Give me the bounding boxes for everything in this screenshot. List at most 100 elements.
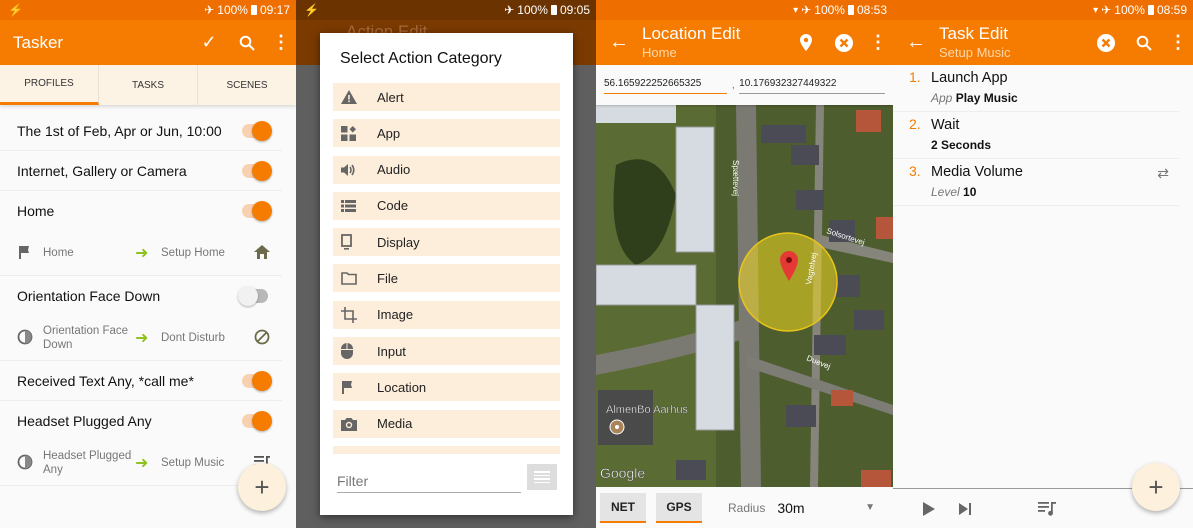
filter-list-button[interactable] [527,464,557,490]
overflow-menu-icon[interactable]: ⋮ [863,32,893,53]
profile-row[interactable]: Internet, Gallery or Camera [0,151,282,191]
tab-profiles[interactable]: PROFILES [0,65,99,105]
check-icon[interactable]: ✓ [190,32,228,53]
dropdown-arrow-icon[interactable]: ▼ [865,502,875,513]
tab-scenes[interactable]: SCENES [198,65,296,105]
task-label[interactable]: Dont Disturb [161,332,254,344]
task-label[interactable]: Setup Music [161,457,254,469]
search-icon[interactable] [1125,35,1163,51]
profile-context-row[interactable]: Orientation Face Down ➜ Dont Disturb [0,316,282,361]
context-label[interactable]: Orientation Face Down [43,324,135,352]
profile-toggle[interactable] [242,201,272,221]
category-label: Media [377,416,413,432]
location-controls: NET GPS Radius 30m ▼ [596,487,893,528]
action-name: Launch App [931,70,1008,86]
task-action-row[interactable]: 2. Wait 2 Seconds [893,112,1179,159]
context-label[interactable]: Headset Plugged Any [43,449,135,477]
map-pin-icon[interactable] [787,34,825,51]
category-label: Image [377,307,414,323]
category-display[interactable]: Display [333,228,560,257]
playlist-icon[interactable] [1035,501,1059,516]
street-label: Spættevej [731,160,740,196]
arg-value: 2 Seconds [931,138,992,152]
category-media[interactable]: Media [333,409,560,438]
longitude-input[interactable]: 10.176932327449322 [739,76,885,94]
clock: 08:59 [1156,3,1187,17]
category-audio[interactable]: Audio [333,155,560,184]
category-label: Alert [377,89,404,105]
profile-toggle[interactable] [238,286,268,306]
satellite-map[interactable]: Spættevej Solsortevej Vagtelvej Duevej A… [596,105,893,487]
crop-icon [333,306,377,323]
add-profile-button[interactable]: + [238,463,286,511]
tasker-profiles-screen: ⚡ ✈ 100% 09:17 Tasker ✓ ⋮ PROFILES TASKS… [0,0,296,528]
cancel-icon[interactable] [825,33,863,52]
flag-icon [17,245,43,262]
category-image[interactable]: Image [333,300,560,329]
screen-title: Task Edit [939,23,1008,43]
select-action-category-dialog: Select Action Category Alert App Audio C… [320,33,573,515]
latitude-input[interactable]: 56.165922252665325 [604,76,728,94]
category-app[interactable]: App [333,119,560,148]
state-icon [17,329,43,348]
cancel-icon[interactable] [1087,33,1125,52]
task-action-row[interactable]: 1. Launch App App Play Music [893,65,1179,112]
screen-subtitle: Home [642,44,677,60]
code-icon [333,199,377,212]
play-icon[interactable] [917,501,941,516]
profile-toggle[interactable] [242,370,272,391]
back-arrow-icon[interactable]: ← [893,31,939,54]
app-title: Tasker [13,32,64,52]
profile-row[interactable]: Home [0,191,282,231]
task-action-row[interactable]: 3. Media Volume ⇄ Level 10 [893,159,1179,206]
screen-title: Location Edit [642,23,741,43]
profile-row[interactable]: Headset Plugged Any [0,401,282,441]
category-location[interactable]: Location [333,373,560,402]
status-bar: ⚡ ✈ 100% 09:05 [296,0,596,20]
category-input[interactable]: Input [333,337,560,366]
flash-icon: ⚡ [304,3,319,17]
tab-tasks[interactable]: TASKS [99,65,198,105]
swap-icon[interactable]: ⇄ [1157,165,1169,182]
category-label: Code [377,198,409,214]
profile-toggle[interactable] [242,160,272,181]
filter-input[interactable]: Filter [337,473,521,493]
task-edit-screen: ▾ ✈ 100% 08:59 ← Task Edit Setup Music ⋮… [893,0,1193,528]
arg-value: Play Music [955,91,1018,105]
display-icon [333,234,377,250]
overflow-menu-icon[interactable]: ⋮ [1163,32,1193,53]
back-arrow-icon[interactable]: ← [596,31,642,54]
profile-toggle[interactable] [242,120,272,141]
action-edit-screen: ⚡ ✈ 100% 09:05 Action Edit ⋮ Select Acti… [296,0,596,528]
arg-label: App [931,91,953,105]
radius-select[interactable]: 30m [777,500,865,516]
profile-toggle[interactable] [242,411,272,431]
skip-next-icon[interactable] [953,502,977,515]
search-icon[interactable] [228,35,266,51]
task-label[interactable]: Setup Home [161,247,254,259]
overflow-menu-icon[interactable]: ⋮ [266,32,296,53]
profile-name: Home [17,203,55,219]
state-icon [17,454,43,473]
category-code[interactable]: Code [333,191,560,220]
category-file[interactable]: File [333,264,560,293]
net-button[interactable]: NET [600,492,646,523]
profile-context-row[interactable]: Home ➜ Setup Home [0,231,282,276]
clock: 08:53 [856,3,887,17]
profile-name: Headset Plugged Any [17,413,152,429]
profile-row[interactable]: The 1st of Feb, Apr or Jun, 10:00 [0,111,282,151]
context-label[interactable]: Home [43,246,135,260]
category-label: App [377,125,401,141]
category-alert[interactable]: Alert [333,83,560,111]
profile-row[interactable]: Received Text Any, *call me* [0,361,282,401]
block-icon [254,329,270,348]
app-bar: Tasker ✓ ⋮ [0,20,296,65]
add-action-button[interactable]: + [1132,463,1180,511]
clock: 09:05 [559,3,590,17]
profile-row[interactable]: Orientation Face Down [0,276,282,316]
category-more[interactable] [333,445,560,454]
wifi-icon: ▾ [793,4,799,16]
category-label: Input [377,343,406,359]
gps-button[interactable]: GPS [656,492,702,523]
action-number: 3. [909,163,921,179]
